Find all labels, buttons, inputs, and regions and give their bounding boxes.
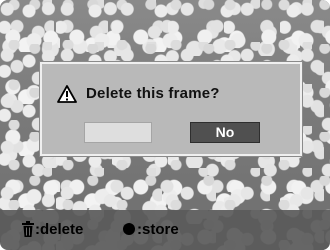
store-hint[interactable]: :store bbox=[123, 220, 179, 238]
delete-hint[interactable]: :delete bbox=[22, 220, 83, 238]
no-button[interactable]: No bbox=[190, 122, 260, 143]
delete-confirm-dialog: Delete this frame? No bbox=[40, 62, 302, 156]
store-hint-label: :store bbox=[137, 220, 179, 238]
delete-hint-label: :delete bbox=[35, 220, 84, 238]
camera-screen: Delete this frame? No :delete :store bbox=[0, 0, 330, 250]
bottom-hint-bar: :delete :store bbox=[0, 210, 330, 250]
record-dot-icon bbox=[123, 223, 135, 235]
warning-icon bbox=[57, 85, 77, 103]
yes-button[interactable] bbox=[84, 122, 152, 143]
trash-icon bbox=[22, 221, 34, 237]
dialog-title: Delete this frame? bbox=[86, 85, 220, 102]
